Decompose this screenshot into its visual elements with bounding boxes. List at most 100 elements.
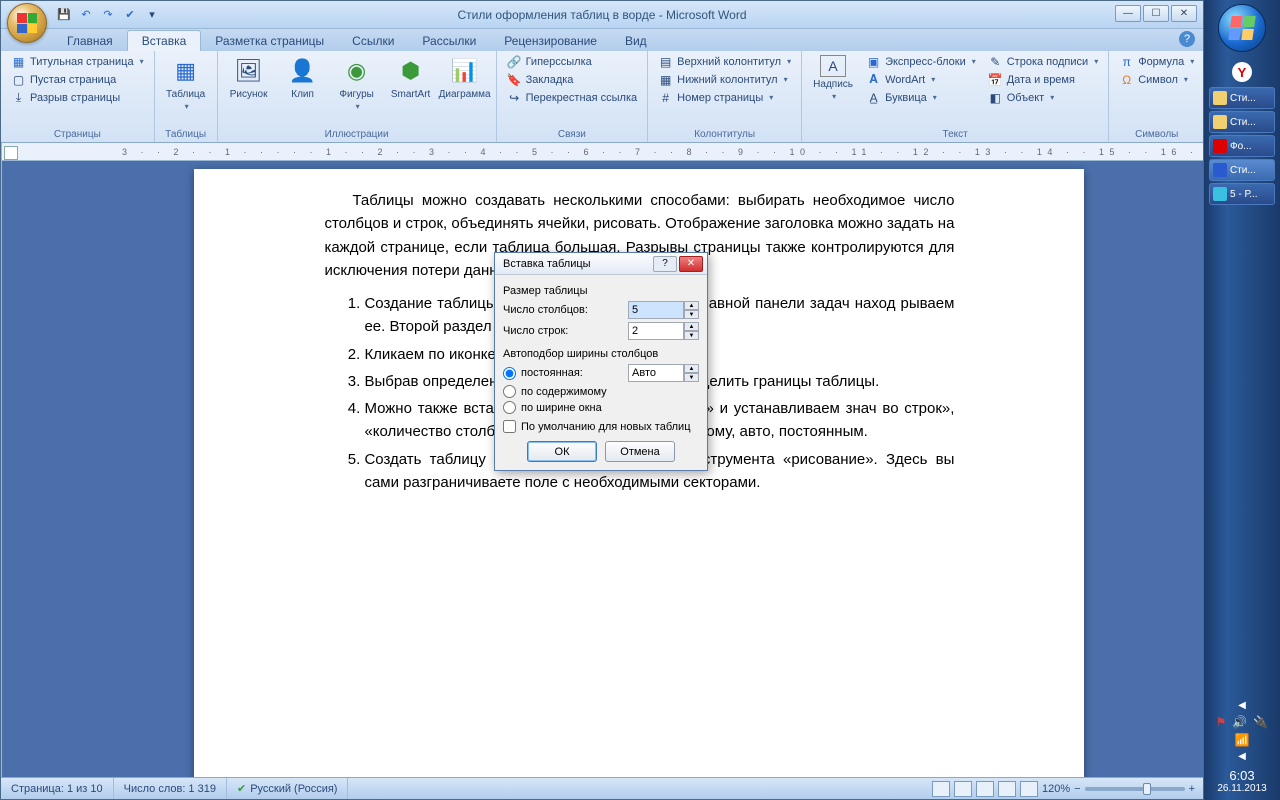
tab-page-layout[interactable]: Разметка страницы	[201, 31, 338, 51]
spellcheck-icon[interactable]: ✔	[121, 6, 139, 24]
autofit-window-radio[interactable]	[503, 401, 516, 414]
hyperlink-button[interactable]: 🔗Гиперссылка	[503, 53, 642, 70]
tab-mailings[interactable]: Рассылки	[408, 31, 490, 51]
clipart-button[interactable]: 👤Клип	[278, 53, 328, 102]
redo-icon[interactable]: ↷	[99, 6, 117, 24]
status-page[interactable]: Страница: 1 из 10	[1, 778, 114, 799]
zoom-out[interactable]: −	[1074, 783, 1080, 795]
textbox-button[interactable]: AНадпись▾	[808, 53, 858, 103]
blank-page-button[interactable]: ▢Пустая страница	[7, 71, 148, 88]
close-button[interactable]: ✕	[1171, 5, 1197, 22]
qat-dropdown-icon[interactable]: ▾	[143, 6, 161, 24]
group-text: AНадпись▾ ▣Экспресс-блоки▾ 𝐀WordArt▾ A̲Б…	[802, 51, 1109, 142]
autofit-content-row[interactable]: по содержимому	[503, 385, 699, 398]
page-break-button[interactable]: ⤓Разрыв страницы	[7, 89, 148, 106]
minimize-button[interactable]: —	[1115, 5, 1141, 22]
symbol-button[interactable]: ΩСимвол▾	[1115, 71, 1198, 88]
zoom-slider[interactable]	[1085, 787, 1185, 791]
dropcap-button[interactable]: A̲Буквица▾	[862, 89, 980, 106]
tray-flag-icon[interactable]: ⚑	[1216, 715, 1227, 729]
smartart-button[interactable]: ⬢SmartArt	[386, 53, 436, 102]
blank-page-icon: ▢	[11, 72, 26, 87]
tray-network-icon[interactable]: 🔌	[1253, 715, 1268, 729]
word-window: 💾 ↶ ↷ ✔ ▾ Стили оформления таблиц в ворд…	[0, 0, 1204, 800]
rows-spinner[interactable]: ▲▼	[628, 322, 699, 340]
columns-spinner[interactable]: ▲▼	[628, 301, 699, 319]
chart-button[interactable]: 📊Диаграмма	[440, 53, 490, 102]
spin-up-icon[interactable]: ▲	[684, 301, 699, 310]
date[interactable]: 26.11.2013	[1204, 783, 1280, 794]
pagenum-button[interactable]: #Номер страницы▾	[654, 89, 795, 106]
object-button[interactable]: ◧Объект▾	[984, 89, 1102, 106]
shapes-icon: ◉	[341, 55, 373, 87]
signature-button[interactable]: ✎Строка подписи▾	[984, 53, 1102, 70]
table-button[interactable]: ▦Таблица▾	[161, 53, 211, 113]
footer-button[interactable]: ▦Нижний колонтитул▾	[654, 71, 795, 88]
clock[interactable]: 6:03	[1204, 768, 1280, 783]
view-draft[interactable]	[1020, 781, 1038, 797]
fixed-width-spinner[interactable]: ▲▼	[628, 364, 699, 382]
tab-insert[interactable]: Вставка	[127, 30, 202, 51]
view-fullscreen[interactable]	[954, 781, 972, 797]
tab-view[interactable]: Вид	[611, 31, 661, 51]
dialog-help-button[interactable]: ?	[653, 256, 677, 272]
fixed-width-input[interactable]	[628, 364, 684, 382]
tab-references[interactable]: Ссылки	[338, 31, 408, 51]
bookmark-button[interactable]: 🔖Закладка	[503, 71, 642, 88]
undo-icon[interactable]: ↶	[77, 6, 95, 24]
taskbar-item[interactable]: Сти...	[1209, 159, 1275, 181]
tray-chevron-icon[interactable]: ◀	[1204, 700, 1280, 711]
spin-down-icon[interactable]: ▼	[684, 310, 699, 319]
taskbar-item[interactable]: Сти...	[1209, 111, 1275, 133]
office-button[interactable]	[7, 3, 47, 43]
spin-down-icon[interactable]: ▼	[684, 373, 699, 382]
crossref-button[interactable]: ↪Перекрестная ссылка	[503, 89, 642, 106]
dialog-titlebar[interactable]: Вставка таблицы ? ✕	[495, 253, 707, 275]
spin-down-icon[interactable]: ▼	[684, 331, 699, 340]
ok-button[interactable]: ОК	[527, 441, 597, 462]
horizontal-ruler[interactable]: 3 · · 2 · · 1 · · · · · 1 · · 2 · · 3 · …	[2, 143, 1203, 161]
zoom-level[interactable]: 120%	[1042, 783, 1070, 795]
remember-checkbox[interactable]	[503, 420, 516, 433]
quickparts-button[interactable]: ▣Экспресс-блоки▾	[862, 53, 980, 70]
taskbar-item[interactable]: Сти...	[1209, 87, 1275, 109]
datetime-button[interactable]: 📅Дата и время	[984, 71, 1102, 88]
picture-button[interactable]: 🖼Рисунок	[224, 53, 274, 102]
start-button[interactable]	[1218, 4, 1266, 52]
cover-page-button[interactable]: ▦Титульная страница▾	[7, 53, 148, 70]
wordart-button[interactable]: 𝐀WordArt▾	[862, 71, 980, 88]
maximize-button[interactable]: ☐	[1143, 5, 1169, 22]
columns-input[interactable]	[628, 301, 684, 319]
autofit-window-row[interactable]: по ширине окна	[503, 401, 699, 414]
view-print-layout[interactable]	[932, 781, 950, 797]
remember-row[interactable]: По умолчанию для новых таблиц	[503, 420, 699, 433]
cancel-button[interactable]: Отмена	[605, 441, 675, 462]
taskbar-item[interactable]: 5 - Р...	[1209, 183, 1275, 205]
spin-up-icon[interactable]: ▲	[684, 364, 699, 373]
status-wordcount[interactable]: Число слов: 1 319	[114, 778, 227, 799]
zoom-thumb[interactable]	[1143, 783, 1151, 795]
header-button[interactable]: ▤Верхний колонтитул▾	[654, 53, 795, 70]
rows-input[interactable]	[628, 322, 684, 340]
view-web[interactable]	[976, 781, 994, 797]
tray-chevron-icon[interactable]: ◀	[1204, 751, 1280, 762]
object-icon: ◧	[988, 90, 1003, 105]
tab-review[interactable]: Рецензирование	[490, 31, 611, 51]
help-icon[interactable]: ?	[1179, 31, 1195, 47]
dialog-close-button[interactable]: ✕	[679, 256, 703, 272]
status-language[interactable]: ✔Русский (Россия)	[227, 778, 349, 799]
autofit-fixed-radio[interactable]	[503, 367, 516, 380]
equation-button[interactable]: πФормула▾	[1115, 53, 1198, 70]
yandex-icon[interactable]: Y	[1232, 62, 1252, 82]
autofit-content-radio[interactable]	[503, 385, 516, 398]
tray-signal-icon[interactable]: 📶	[1235, 733, 1250, 747]
zoom-in[interactable]: +	[1189, 783, 1195, 795]
view-outline[interactable]	[998, 781, 1016, 797]
spin-up-icon[interactable]: ▲	[684, 322, 699, 331]
shapes-button[interactable]: ◉Фигуры▾	[332, 53, 382, 113]
save-icon[interactable]: 💾	[55, 6, 73, 24]
taskbar-item[interactable]: Фо...	[1209, 135, 1275, 157]
tab-home[interactable]: Главная	[53, 31, 127, 51]
autofit-fixed-row[interactable]: постоянная: ▲▼	[503, 364, 699, 382]
tray-volume-icon[interactable]: 🔊	[1232, 715, 1247, 729]
